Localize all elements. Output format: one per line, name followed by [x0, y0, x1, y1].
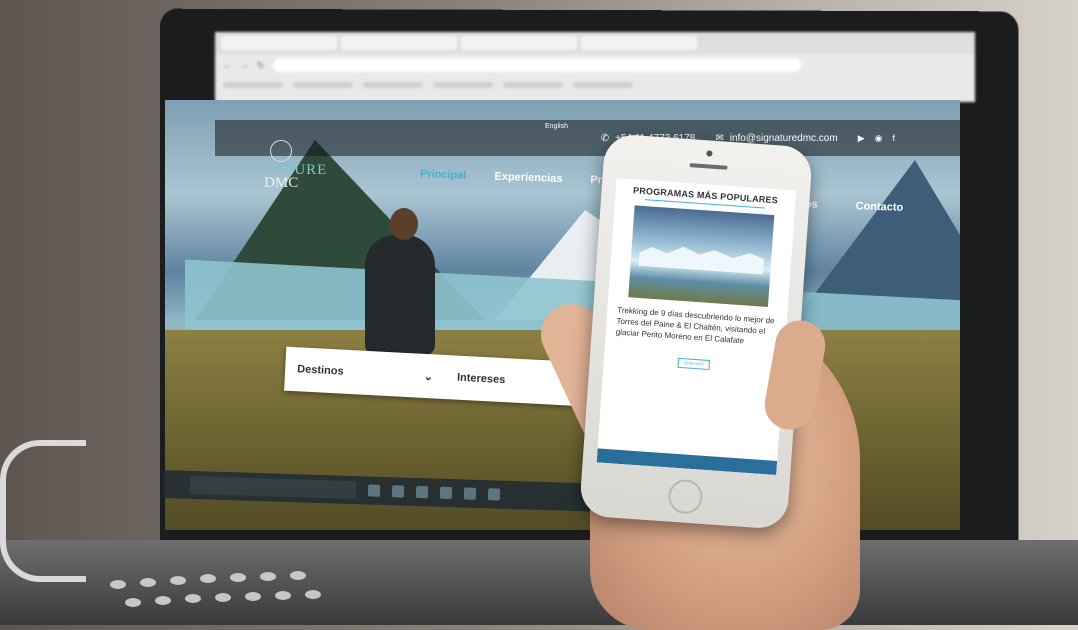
browser-tab[interactable]	[221, 36, 337, 50]
site-logo[interactable]: SIGNATURE DMC	[235, 140, 327, 192]
hiker-head	[390, 208, 418, 240]
social-links: ▶ ◉ f	[858, 133, 895, 144]
browser-window: ← → ↻	[215, 32, 975, 102]
laptop-keyboard	[0, 540, 1078, 625]
forward-icon[interactable]: →	[240, 60, 249, 70]
chevron-down-icon: ⌄	[423, 370, 434, 383]
facebook-icon[interactable]: f	[892, 133, 895, 144]
instagram-icon[interactable]: ◉	[875, 133, 883, 144]
email-address: info@signaturedmc.com	[729, 132, 838, 144]
reload-icon[interactable]: ↻	[257, 60, 265, 71]
intereses-label: Intereses	[456, 371, 506, 387]
keyboard-key	[275, 591, 291, 600]
cable	[0, 440, 86, 582]
nav-item-contacto[interactable]: Contacto	[855, 200, 903, 214]
bookmark-item[interactable]	[433, 82, 493, 88]
home-button[interactable]	[667, 478, 704, 515]
keyboard-key	[245, 592, 261, 601]
taskbar-search[interactable]	[189, 475, 357, 500]
keyboard-key	[140, 578, 156, 587]
logo-mark-icon	[270, 140, 293, 162]
phone-footer-bar	[596, 448, 778, 475]
keyboard-key	[215, 593, 231, 602]
keyboard-key	[260, 572, 276, 581]
front-camera	[706, 150, 713, 157]
keyboard-key	[125, 598, 141, 607]
taskbar-app-icon[interactable]	[439, 486, 453, 500]
taskbar-app-icon[interactable]	[367, 484, 381, 497]
destinos-label: Destinos	[296, 363, 344, 378]
earpiece	[689, 163, 728, 170]
nav-item-principal[interactable]: Principal	[420, 168, 467, 182]
browser-tabbar	[215, 32, 975, 54]
keyboard-key	[110, 580, 126, 589]
taskbar-app-icon[interactable]	[487, 488, 501, 501]
destinos-select[interactable]: Destinos ⌄	[285, 362, 445, 383]
keyboard-key	[170, 576, 186, 585]
keyboard-key	[305, 590, 321, 599]
url-input[interactable]	[272, 58, 801, 72]
taskbar-app-icon[interactable]	[415, 485, 429, 499]
language-switch[interactable]: English	[545, 123, 568, 130]
bookmark-item[interactable]	[503, 82, 563, 88]
back-icon[interactable]: ←	[223, 60, 232, 70]
phone-icon: ✆	[600, 132, 610, 144]
address-bar: ← → ↻	[215, 54, 975, 76]
bookmark-item[interactable]	[363, 82, 423, 88]
taskbar-app-icon[interactable]	[391, 485, 405, 498]
browser-tab[interactable]	[461, 36, 577, 50]
read-more-button[interactable]: LEER MÁS	[677, 357, 711, 371]
keyboard-key	[200, 574, 216, 583]
browser-tab[interactable]	[341, 36, 457, 50]
keyboard-key	[155, 596, 171, 605]
bookmarks-bar	[215, 76, 975, 94]
youtube-icon[interactable]: ▶	[858, 133, 865, 144]
keyboard-key	[290, 571, 306, 580]
bookmark-item[interactable]	[573, 82, 633, 88]
browser-tab[interactable]	[581, 36, 697, 50]
taskbar-app-icon[interactable]	[463, 487, 477, 500]
hiker-figure	[365, 235, 435, 355]
keyboard-key	[230, 573, 246, 582]
nav-item-experiencias[interactable]: Experiencias	[494, 171, 562, 185]
bookmark-item[interactable]	[293, 82, 353, 88]
phone-screen: PROGRAMAS MÁS POPULARES Trekking de 9 dí…	[596, 178, 797, 475]
keyboard-key	[185, 594, 201, 603]
bookmark-item[interactable]	[223, 82, 283, 88]
glacier-photo[interactable]	[628, 205, 775, 307]
